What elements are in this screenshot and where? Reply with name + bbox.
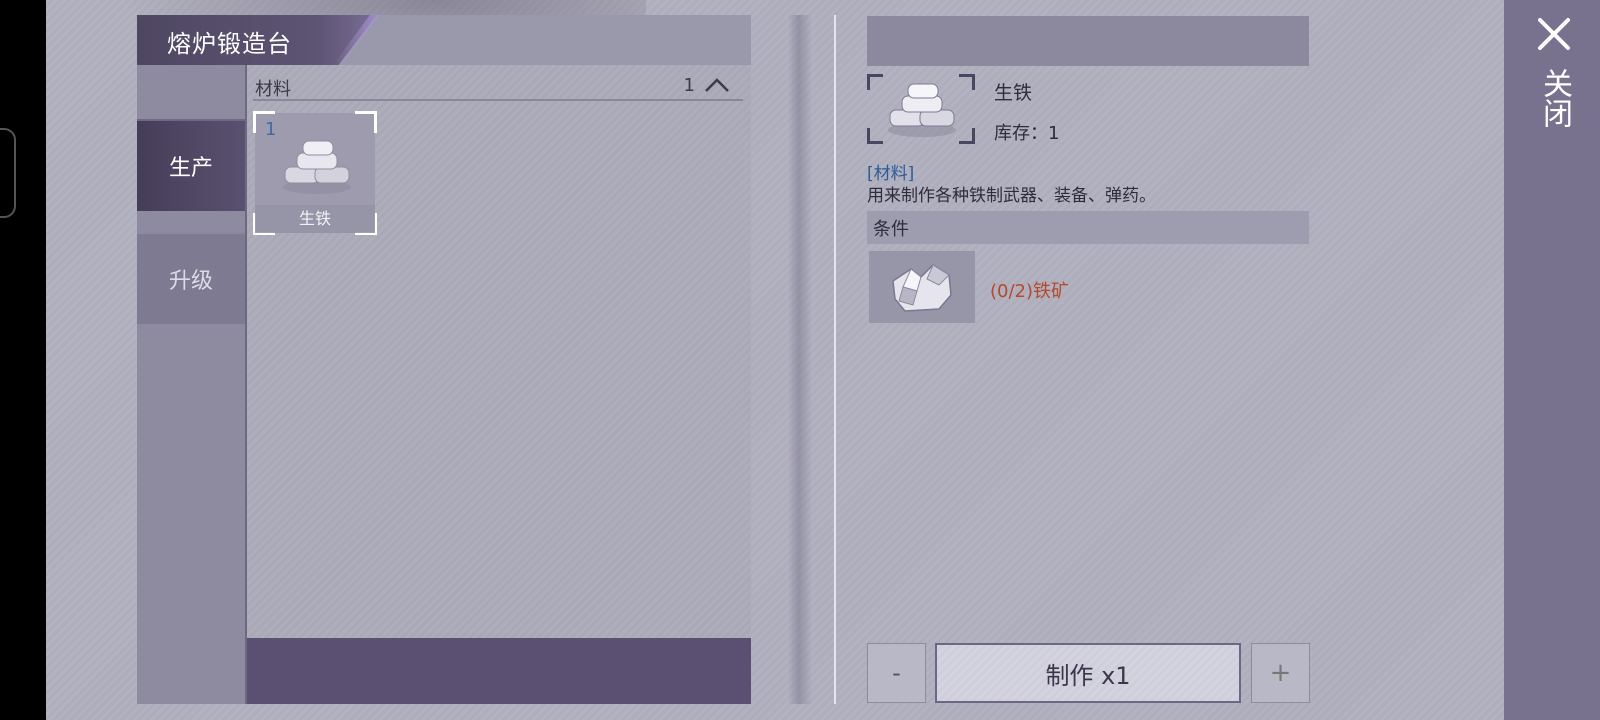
detail-item-name: 生铁: [994, 82, 1033, 104]
panel-title: 熔炉锻造台: [167, 30, 292, 58]
list-footer: [245, 638, 751, 704]
recipe-list: 材料 1 1 生铁: [245, 65, 751, 638]
section-count: 1: [683, 75, 695, 96]
detail-item-description: 用来制作各种铁制武器、装备、弹药。: [867, 186, 1156, 206]
device-bezel: [0, 0, 46, 720]
item-quantity: 1: [265, 119, 277, 140]
increase-quantity-button[interactable]: +: [1251, 643, 1310, 703]
list-section-header[interactable]: 材料 1: [253, 69, 743, 101]
selection-corner: [355, 111, 377, 133]
decrease-quantity-button[interactable]: -: [867, 643, 926, 703]
requirement-item-box[interactable]: [869, 251, 975, 323]
conditions-label: 条件: [873, 219, 909, 240]
pig-iron-icon: [888, 83, 956, 137]
close-icon[interactable]: [1536, 16, 1572, 52]
requirement-text: (0/2)铁矿: [990, 281, 1070, 302]
forge-panel: 熔炉锻造台 生产 升级 材料 1 1 生铁: [137, 15, 751, 704]
pig-iron-icon: [283, 140, 351, 194]
tab-upgrade-label: 升级: [168, 269, 213, 294]
minus-label: -: [892, 659, 901, 687]
craft-label: 制作 x1: [1045, 661, 1131, 690]
tab-production[interactable]: 生产: [137, 119, 245, 211]
close-label[interactable]: 关闭: [1536, 68, 1572, 128]
close-sidebar[interactable]: 关闭: [1504, 0, 1600, 720]
recipe-item-pig-iron[interactable]: 1 生铁: [253, 111, 377, 235]
chevron-up-icon[interactable]: [703, 73, 731, 97]
tab-production-label: 生产: [168, 156, 213, 181]
plus-label: +: [1269, 658, 1292, 688]
bezel-notch: [0, 128, 16, 218]
tab-upgrade[interactable]: 升级: [137, 232, 245, 324]
craft-button[interactable]: 制作 x1: [935, 643, 1241, 703]
detail-header-bar: [867, 16, 1309, 66]
detail-item-stock: 库存：1: [994, 123, 1060, 144]
panel-divider: [834, 15, 836, 704]
category-tabs: 生产 升级: [137, 65, 245, 704]
iron-ore-icon: [892, 264, 952, 312]
conditions-header: 条件: [867, 211, 1309, 244]
section-label: 材料: [255, 79, 291, 100]
detail-item-frame: [867, 74, 975, 144]
item-name: 生铁: [298, 209, 331, 228]
panel-divider-shadow: [788, 15, 812, 704]
